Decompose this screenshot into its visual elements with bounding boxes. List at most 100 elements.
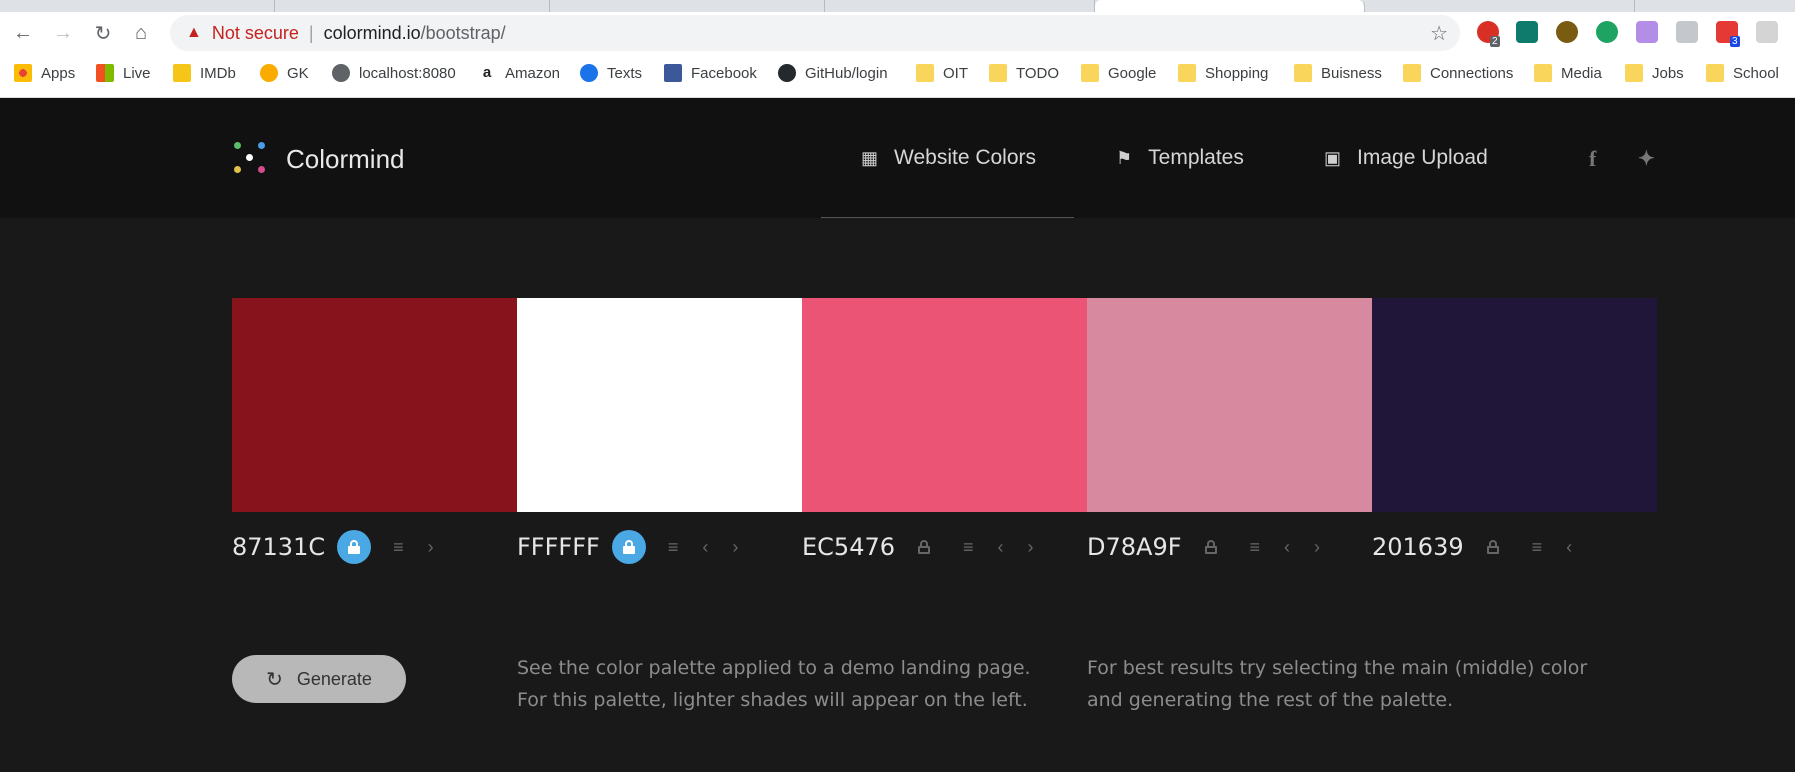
adjust-sliders-icon[interactable]: ≡ <box>668 537 679 558</box>
bookmark-folder-buisness[interactable]: Buisness <box>1294 64 1382 82</box>
color-swatch[interactable] <box>232 298 517 512</box>
bookmark-folder-oit[interactable]: OIT <box>916 64 968 82</box>
back-icon[interactable]: ← <box>10 20 36 46</box>
twitter-icon[interactable]: ✦ <box>1638 146 1655 171</box>
adjust-sliders-icon[interactable]: ≡ <box>393 537 404 558</box>
extension-icon[interactable] <box>1556 21 1578 43</box>
address-bar[interactable]: ▲ Not secure | colormind.io/bootstrap/ ☆ <box>170 15 1460 51</box>
nav-label: Templates <box>1148 146 1244 169</box>
reload-icon[interactable]: ↻ <box>90 20 116 46</box>
bookmark-imdb[interactable]: IMDb <box>173 64 236 82</box>
bookmark-folder-connections[interactable]: Connections <box>1403 64 1513 82</box>
bookmark-folder-shopping[interactable]: Shopping <box>1178 64 1268 82</box>
color-swatch[interactable] <box>517 298 802 512</box>
bookmark-folder-media[interactable]: Media <box>1534 64 1602 82</box>
apps-grid-icon <box>14 64 32 82</box>
nav-templates[interactable]: ⚑ Templates <box>1116 146 1244 170</box>
chevron-right-icon[interactable]: › <box>732 537 738 558</box>
camera-icon: ▣ <box>1324 147 1342 168</box>
hex-code[interactable]: EC5476 <box>802 533 895 561</box>
swatch-controls: D78A9F ≡ ‹ › <box>1087 530 1332 564</box>
bookmark-label: Apps <box>41 64 76 82</box>
best-results-tip-text: For best results try selecting the main … <box>1087 652 1587 716</box>
chevron-right-icon[interactable]: › <box>428 537 434 558</box>
chevron-left-icon[interactable]: ‹ <box>702 537 708 558</box>
home-icon[interactable]: ⌂ <box>128 20 154 46</box>
bookmark-amazon[interactable]: a Amazon <box>478 64 560 82</box>
chevron-left-icon[interactable]: ‹ <box>998 537 1004 558</box>
unlock-icon[interactable] <box>1476 530 1510 564</box>
adjust-sliders-icon[interactable]: ≡ <box>963 537 974 558</box>
extension-icon[interactable] <box>1756 21 1778 43</box>
bookmark-apps[interactable]: Apps <box>14 64 75 82</box>
bookmark-live[interactable]: Live <box>96 64 151 82</box>
hex-code[interactable]: D78A9F <box>1087 533 1182 561</box>
folder-icon <box>1625 64 1643 82</box>
stylish-extension-icon[interactable] <box>1516 21 1538 43</box>
nav-image-upload[interactable]: ▣ Image Upload <box>1324 146 1488 170</box>
bookmark-texts[interactable]: Texts <box>580 64 642 82</box>
bookmark-folder-google[interactable]: Google <box>1081 64 1156 82</box>
nav-label: Website Colors <box>894 146 1037 169</box>
adjust-sliders-icon[interactable]: ≡ <box>1532 537 1543 558</box>
microsoft-icon <box>96 64 114 82</box>
browser-tab[interactable] <box>1365 0 1635 12</box>
demo-tip-text: See the color palette applied to a demo … <box>517 652 1031 716</box>
swatch-controls: FFFFFF ≡ ‹ › <box>517 530 750 564</box>
hex-code[interactable]: FFFFFF <box>517 533 600 561</box>
bookmark-folder-jobs[interactable]: Jobs <box>1625 64 1684 82</box>
messages-icon <box>580 64 598 82</box>
chevron-right-icon[interactable]: › <box>1314 537 1320 558</box>
browser-tab[interactable] <box>0 0 275 12</box>
colormind-logo-icon[interactable] <box>232 138 268 178</box>
chevron-left-icon[interactable]: ‹ <box>1284 537 1290 558</box>
browser-tab[interactable] <box>825 0 1095 12</box>
extension-badge: 3 <box>1730 36 1740 47</box>
color-swatch[interactable] <box>802 298 1087 512</box>
swatch-controls: 87131C ≡ › <box>232 530 446 564</box>
tip-line: For best results try selecting the main … <box>1087 657 1588 679</box>
refresh-icon: ↻ <box>266 668 283 691</box>
lock-icon[interactable] <box>337 530 372 564</box>
folder-icon <box>916 64 934 82</box>
facebook-icon[interactable]: f <box>1589 146 1596 172</box>
generate-button[interactable]: ↻ Generate <box>232 655 406 703</box>
forward-icon[interactable]: → <box>50 20 76 46</box>
bookmark-label: Amazon <box>505 64 561 82</box>
bookmark-label: Shopping <box>1205 64 1269 82</box>
lock-icon[interactable] <box>611 530 646 564</box>
hex-code[interactable]: 87131C <box>232 533 325 561</box>
chevron-left-icon[interactable]: ‹ <box>1566 537 1572 558</box>
browser-tab[interactable] <box>550 0 825 12</box>
hangouts-extension-icon[interactable] <box>1596 21 1618 43</box>
quill-extension-icon[interactable] <box>1636 21 1658 43</box>
adjust-sliders-icon[interactable]: ≡ <box>1250 537 1261 558</box>
extension-icon[interactable] <box>1676 21 1698 43</box>
folder-icon <box>1706 64 1724 82</box>
bookmark-facebook[interactable]: Facebook <box>664 64 757 82</box>
nav-website-colors[interactable]: ▦ Website Colors <box>861 146 1036 170</box>
tab-strip <box>0 0 1795 12</box>
chevron-right-icon[interactable]: › <box>1028 537 1034 558</box>
bookmark-label: Live <box>123 64 151 82</box>
browser-tab-active[interactable] <box>1095 0 1365 12</box>
hex-code[interactable]: 201639 <box>1372 533 1464 561</box>
color-swatch[interactable] <box>1372 298 1657 512</box>
brand-name[interactable]: Colormind <box>286 144 405 175</box>
bookmark-folder-school[interactable]: School <box>1706 64 1779 82</box>
bookmark-icon: ⚑ <box>1116 147 1133 168</box>
unlock-icon[interactable] <box>907 530 941 564</box>
tip-line: and generating the rest of the palette. <box>1087 689 1454 711</box>
unlock-icon[interactable] <box>1194 530 1228 564</box>
bookmark-label: Facebook <box>691 64 757 82</box>
bookmark-github[interactable]: GitHub/login <box>778 64 888 82</box>
bookmark-gk[interactable]: GK <box>260 64 309 82</box>
security-label[interactable]: Not secure <box>212 23 299 44</box>
bookmark-label: OIT <box>943 64 968 82</box>
browser-tab[interactable] <box>275 0 550 12</box>
bookmark-star-icon[interactable]: ☆ <box>1430 21 1448 46</box>
color-swatch[interactable] <box>1087 298 1372 512</box>
folder-icon <box>989 64 1007 82</box>
bookmark-localhost[interactable]: localhost:8080 <box>332 64 456 82</box>
bookmark-folder-todo[interactable]: TODO <box>989 64 1059 82</box>
